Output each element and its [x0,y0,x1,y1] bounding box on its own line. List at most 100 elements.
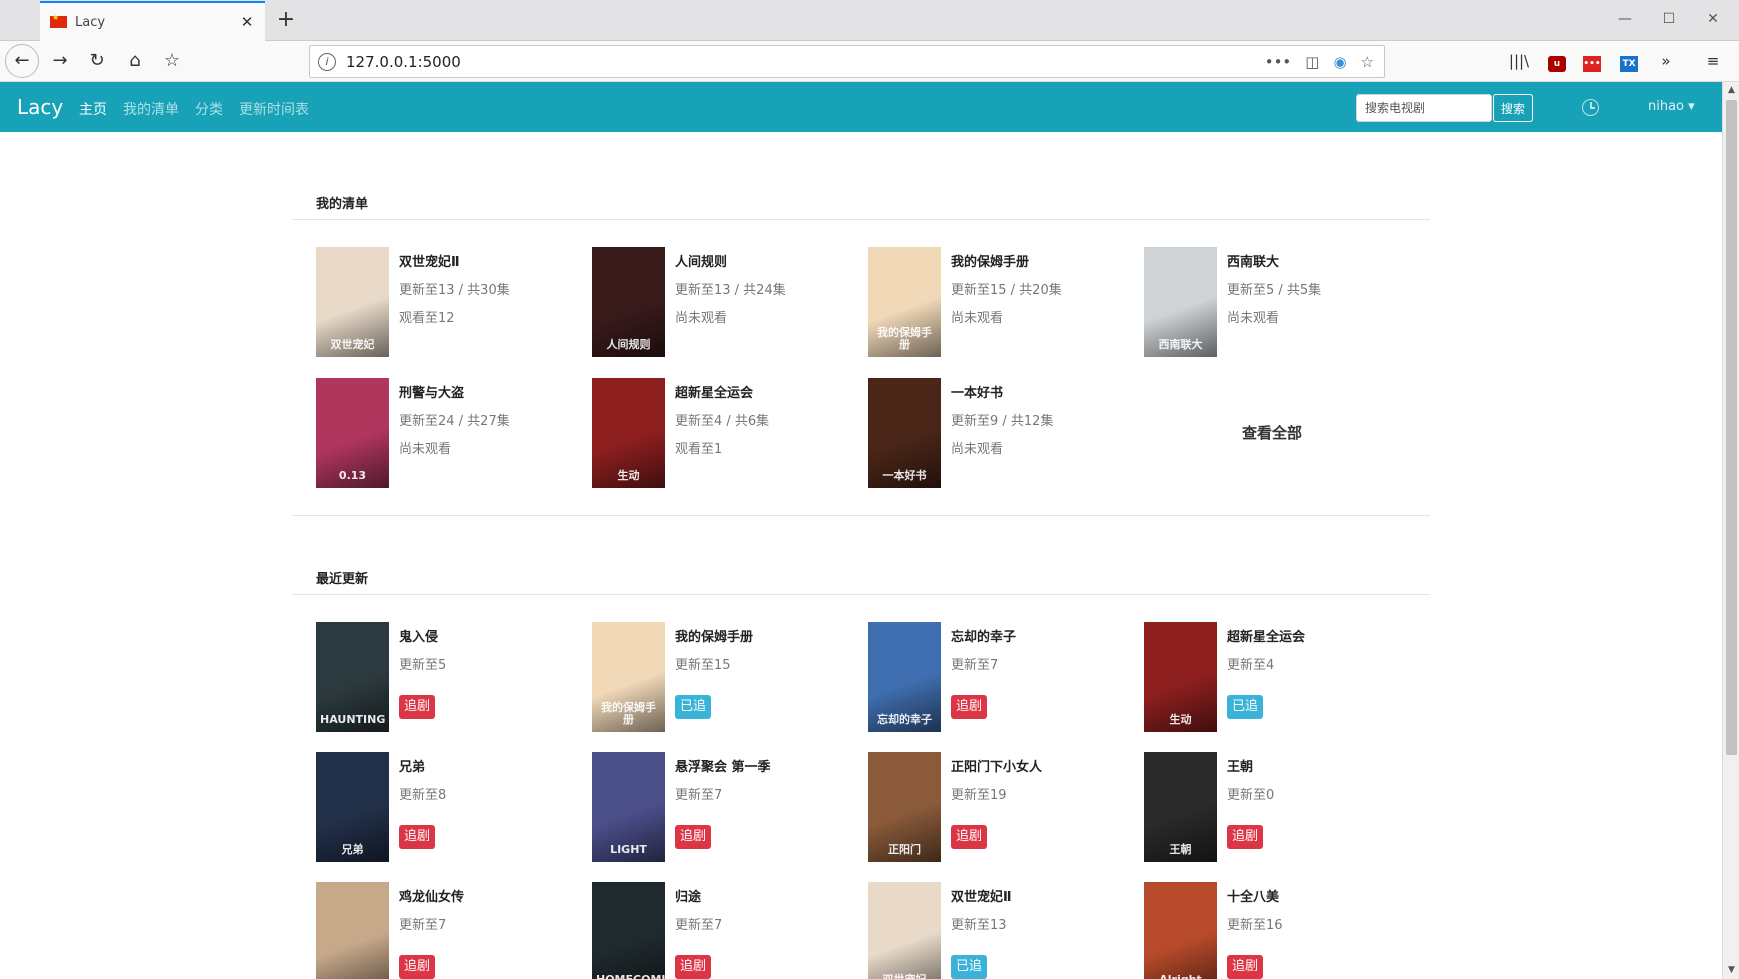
poster-image[interactable]: HAUNTING [316,622,389,732]
show-title[interactable]: 双世宠妃Ⅱ [951,886,1012,905]
show-title[interactable]: 忘却的幸子 [951,626,1016,645]
extension-red-icon[interactable]: ••• [1576,45,1608,77]
following-badge[interactable]: 已追 [951,955,988,979]
show-title[interactable]: 我的保姆手册 [951,251,1029,270]
url-text[interactable]: 127.0.0.1:5000 [346,53,1265,71]
follow-button[interactable]: 追剧 [399,695,436,719]
recent-card[interactable]: 正阳门 正阳门下小女人 更新至19 追剧 [868,752,1123,864]
poster-image[interactable]: 正阳门 [868,752,941,862]
scroll-thumb[interactable] [1726,100,1737,755]
url-bar[interactable]: i 127.0.0.1:5000 ••• ◫ ◉ ☆ [309,45,1385,78]
follow-button[interactable]: 追剧 [1227,955,1264,979]
follow-button[interactable]: 追剧 [951,825,988,849]
show-title[interactable]: 刑警与大盗 [399,382,464,401]
show-title[interactable]: 王朝 [1227,756,1253,775]
show-title[interactable]: 西南联大 [1227,251,1279,270]
following-badge[interactable]: 已追 [675,695,712,719]
library-icon[interactable]: |||\ [1503,45,1535,77]
minimize-button[interactable]: — [1603,8,1647,30]
extension-tx-icon[interactable]: TX [1613,45,1645,77]
poster-image[interactable]: 生动 [1144,622,1217,732]
bookmark-star-icon[interactable]: ☆ [1361,53,1374,71]
watchlist-card[interactable]: 双世宠妃 双世宠妃Ⅱ 更新至13 / 共30集 观看至12 [316,247,571,359]
poster-image[interactable]: 双世宠妃 [868,882,941,979]
reload-icon[interactable]: ↻ [81,45,113,77]
recent-card[interactable]: 鸡龙仙女传 更新至7 追剧 [316,882,571,979]
browser-tab[interactable]: Lacy ✕ [40,1,265,41]
show-title[interactable]: 一本好书 [951,382,1003,401]
poster-image[interactable]: 忘却的幸子 [868,622,941,732]
show-title[interactable]: 十全八美 [1227,886,1279,905]
clock-icon[interactable] [1582,99,1599,116]
recent-card[interactable]: 忘却的幸子 忘却的幸子 更新至7 追剧 [868,622,1123,734]
following-badge[interactable]: 已追 [1227,695,1264,719]
scroll-up-arrow-icon[interactable]: ▲ [1723,82,1739,99]
poster-image[interactable]: Alright [1144,882,1217,979]
pocket-icon[interactable]: ◫ [1305,53,1319,71]
poster-image[interactable]: 一本好书 [868,378,941,488]
recent-card[interactable]: HAUNTING 鬼入侵 更新至5 追剧 [316,622,571,734]
poster-image[interactable]: 人间规则 [592,247,665,357]
show-title[interactable]: 双世宠妃Ⅱ [399,251,460,270]
poster-image[interactable]: 王朝 [1144,752,1217,862]
show-title[interactable]: 悬浮聚会 第一季 [675,756,771,775]
search-button[interactable]: 搜索 [1493,94,1533,122]
poster-image[interactable]: 双世宠妃 [316,247,389,357]
scroll-down-arrow-icon[interactable]: ▼ [1723,962,1739,979]
follow-button[interactable]: 追剧 [1227,825,1264,849]
poster-image[interactable]: 我的保姆手册 [868,247,941,357]
watchlist-card[interactable]: 0.13 刑警与大盗 更新至24 / 共27集 尚未观看 [316,378,571,490]
recent-card[interactable]: 双世宠妃 双世宠妃Ⅱ 更新至13 已追 [868,882,1123,979]
nav-my-list[interactable]: 我的清单 [123,99,179,119]
show-title[interactable]: 超新星全运会 [675,382,753,401]
view-all-link[interactable]: 查看全部 [1242,422,1302,443]
recent-card[interactable]: 王朝 王朝 更新至0 追剧 [1144,752,1399,864]
show-title[interactable]: 正阳门下小女人 [951,756,1042,775]
nav-schedule[interactable]: 更新时间表 [239,99,309,119]
show-title[interactable]: 我的保姆手册 [675,626,753,645]
follow-button[interactable]: 追剧 [399,825,436,849]
maximize-button[interactable]: ☐ [1647,8,1691,30]
translate-icon[interactable]: ◉ [1333,53,1346,71]
show-title[interactable]: 归途 [675,886,701,905]
watchlist-card[interactable]: 人间规则 人间规则 更新至13 / 共24集 尚未观看 [592,247,847,359]
show-title[interactable]: 鬼入侵 [399,626,438,645]
follow-button[interactable]: 追剧 [399,955,436,979]
new-tab-button[interactable]: + [272,7,300,35]
info-icon[interactable]: i [318,52,336,71]
watchlist-card[interactable]: 我的保姆手册 我的保姆手册 更新至15 / 共20集 尚未观看 [868,247,1123,359]
user-menu[interactable]: nihao ▾ [1648,99,1695,114]
show-title[interactable]: 鸡龙仙女传 [399,886,464,905]
forward-arrow-icon[interactable]: → [44,45,76,77]
hamburger-menu-icon[interactable]: ≡ [1697,45,1729,77]
show-title[interactable]: 人间规则 [675,251,727,270]
show-title[interactable]: 兄弟 [399,756,425,775]
watchlist-card[interactable]: 西南联大 西南联大 更新至5 / 共5集 尚未观看 [1144,247,1399,359]
close-tab-icon[interactable]: ✕ [239,13,255,31]
recent-card[interactable]: 生动 超新星全运会 更新至4 已追 [1144,622,1399,734]
poster-image[interactable]: 我的保姆手册 [592,622,665,732]
bookmark-manager-icon[interactable]: ☆ [156,45,188,77]
poster-image[interactable]: 西南联大 [1144,247,1217,357]
poster-image[interactable]: HOMECOMING [592,882,665,979]
follow-button[interactable]: 追剧 [951,695,988,719]
home-icon[interactable]: ⌂ [119,45,151,77]
nav-categories[interactable]: 分类 [195,99,223,119]
more-actions-icon[interactable]: ••• [1265,53,1292,71]
nav-home[interactable]: 主页 [79,99,107,119]
watchlist-card[interactable]: 一本好书 一本好书 更新至9 / 共12集 尚未观看 [868,378,1123,490]
poster-image[interactable]: 0.13 [316,378,389,488]
recent-card[interactable]: HOMECOMING 归途更新至7 追剧 [592,882,847,979]
follow-button[interactable]: 追剧 [675,955,712,979]
recent-card[interactable]: LIGHT 悬浮聚会 第一季 更新至7 追剧 [592,752,847,864]
show-title[interactable]: 超新星全运会 [1227,626,1305,645]
overflow-menu-icon[interactable]: » [1650,45,1682,77]
recent-card[interactable]: 我的保姆手册 我的保姆手册 更新至15 已追 [592,622,847,734]
poster-image[interactable]: LIGHT [592,752,665,862]
watchlist-card[interactable]: 生动 超新星全运会 更新至4 / 共6集 观看至1 [592,378,847,490]
search-input[interactable] [1356,94,1492,122]
poster-image[interactable] [316,882,389,979]
recent-card[interactable]: 兄弟 兄弟 更新至8 追剧 [316,752,571,864]
ublock-icon[interactable]: u [1541,45,1573,77]
site-brand[interactable]: Lacy [17,95,63,119]
